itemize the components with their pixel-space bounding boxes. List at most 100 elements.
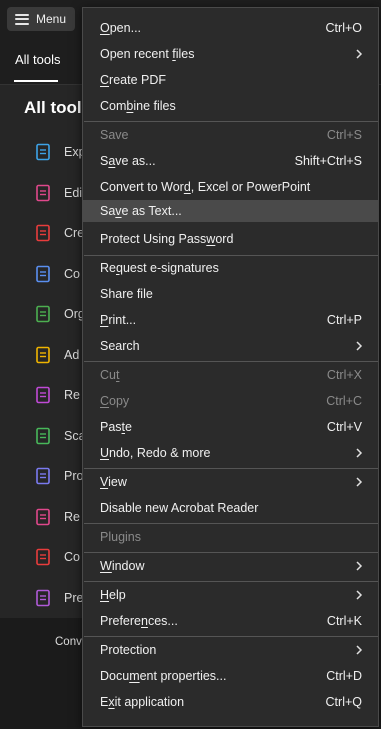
menu-item-label: Protect Using Password xyxy=(100,232,234,246)
menu-item-help[interactable]: Help xyxy=(83,584,378,606)
organize-pages-icon xyxy=(34,305,52,323)
chevron-right-icon xyxy=(354,47,364,61)
menu-item-label: Print... xyxy=(100,313,137,327)
menu-item-protect-password[interactable]: Protect Using Password xyxy=(83,228,378,250)
protect-pdf-icon xyxy=(34,467,52,485)
menu-item-protection[interactable]: Protection xyxy=(83,639,378,661)
menu-item-label: View xyxy=(100,475,127,489)
menu-item-shortcut: Ctrl+Q xyxy=(325,695,362,709)
menu-item-label: Cut xyxy=(100,368,120,382)
chevron-right-icon xyxy=(354,643,364,657)
tool-label: Pro xyxy=(64,469,84,483)
menu-item-window[interactable]: Window xyxy=(83,555,378,577)
menu-item-disable-new-reader[interactable]: Disable new Acrobat Reader xyxy=(83,497,378,519)
menu-item-label: Copy xyxy=(100,394,130,408)
menu-item-label: Plugins xyxy=(100,530,141,544)
menu-item-plugins: Plugins xyxy=(83,526,378,548)
chevron-right-icon xyxy=(354,339,364,353)
menu-item-shortcut: Shift+Ctrl+S xyxy=(294,154,362,168)
menu-item-combine-files[interactable]: Combine files xyxy=(83,95,378,117)
chevron-right-icon xyxy=(354,446,364,460)
menu-item-preferences[interactable]: Preferences... Ctrl+K xyxy=(83,610,378,632)
hamburger-icon xyxy=(15,13,29,25)
create-pdf-icon xyxy=(34,224,52,242)
menu-item-create-pdf[interactable]: Create PDF xyxy=(83,69,378,91)
menu-item-label: Preferences... xyxy=(100,614,178,628)
active-tab-indicator xyxy=(14,80,58,82)
combine-files-icon xyxy=(34,265,52,283)
menu-item-label: Save as... xyxy=(100,154,156,168)
menu-item-label: Save as Text... xyxy=(100,204,182,218)
menu-item-label: Convert to Word, Excel or PowerPoint xyxy=(100,180,311,194)
tool-label: Co xyxy=(64,550,80,564)
menu-item-label: Document properties... xyxy=(100,669,227,683)
menu-item-request-esignatures[interactable]: Request e-signatures xyxy=(83,257,378,279)
menu-item-shortcut: Ctrl+O xyxy=(325,21,362,35)
main-menu-dropdown: Open... Ctrl+O Open recent files Create PDF… xyxy=(82,7,379,727)
menu-item-search[interactable]: Search xyxy=(83,335,378,357)
panel-title: All tools xyxy=(24,98,92,117)
tool-label: Edi xyxy=(64,185,83,200)
menu-item-label: Paste xyxy=(100,420,132,434)
menu-item-label: Help xyxy=(100,588,126,602)
menu-item-label: Exit application xyxy=(100,695,185,709)
menu-separator xyxy=(84,121,378,122)
tool-label: Re xyxy=(64,509,80,524)
tool-label: Co xyxy=(64,266,80,281)
menu-item-label: Combine files xyxy=(100,99,176,113)
menu-item-open[interactable]: Open... Ctrl+O xyxy=(83,17,378,39)
menu-item-paste[interactable]: Paste Ctrl+V xyxy=(83,416,378,438)
chevron-right-icon xyxy=(354,475,364,489)
prepare-form-icon xyxy=(34,589,52,607)
menu-separator xyxy=(84,636,378,637)
menu-item-document-properties[interactable]: Document properties... Ctrl+D xyxy=(83,665,378,687)
tab-all-tools[interactable]: All tools xyxy=(15,52,61,67)
menu-item-undo-redo-more[interactable]: Undo, Redo & more xyxy=(83,442,378,464)
menu-item-label: Create PDF xyxy=(100,73,166,87)
menu-item-convert[interactable]: Convert to Word, Excel or PowerPoint xyxy=(83,176,378,198)
menu-item-cut: Cut Ctrl+X xyxy=(83,364,378,386)
menu-item-save: Save Ctrl+S xyxy=(83,124,378,146)
menu-item-label: Share file xyxy=(100,287,153,301)
menu-item-shortcut: Ctrl+X xyxy=(326,368,362,382)
menu-item-shortcut: Ctrl+K xyxy=(326,614,362,628)
menu-item-label: Undo, Redo & more xyxy=(100,446,211,460)
scan-ocr-icon xyxy=(34,427,52,445)
menu-item-share-file[interactable]: Share file xyxy=(83,283,378,305)
menu-item-shortcut: Ctrl+V xyxy=(326,420,362,434)
menu-separator xyxy=(84,255,378,256)
menu-item-label: Search xyxy=(100,339,140,353)
menu-item-shortcut: Ctrl+S xyxy=(326,128,362,142)
menu-item-view[interactable]: View xyxy=(83,471,378,493)
menu-item-label: Disable new Acrobat Reader xyxy=(100,501,259,515)
menu-separator xyxy=(84,523,378,524)
redact-icon xyxy=(34,508,52,526)
request-signatures-icon xyxy=(34,386,52,404)
tool-label: Pre xyxy=(64,590,84,605)
menu-item-label: Open... xyxy=(100,21,142,35)
menu-button[interactable]: Menu xyxy=(7,7,75,31)
add-comments-icon xyxy=(34,346,52,364)
menu-item-save-as[interactable]: Save as... Shift+Ctrl+S xyxy=(83,150,378,172)
tool-label: Ad xyxy=(64,347,80,362)
export-pdf-icon xyxy=(34,143,52,161)
menu-item-save-as-text[interactable]: Save as Text... xyxy=(83,200,378,222)
menu-item-shortcut: Ctrl+D xyxy=(326,669,362,683)
menu-item-label: Open recent files xyxy=(100,47,195,61)
menu-button-label: Menu xyxy=(36,12,67,26)
tool-label: Re xyxy=(64,388,80,402)
menu-item-shortcut: Ctrl+P xyxy=(326,313,362,327)
menu-item-shortcut: Ctrl+C xyxy=(326,394,362,408)
compress-pdf-icon xyxy=(34,548,52,566)
menu-item-label: Protection xyxy=(100,643,157,657)
menu-separator xyxy=(84,581,378,582)
menu-item-label: Request e-signatures xyxy=(100,261,219,275)
menu-item-print[interactable]: Print... Ctrl+P xyxy=(83,309,378,331)
menu-separator xyxy=(84,361,378,362)
menu-item-open-recent-files[interactable]: Open recent files xyxy=(83,43,378,65)
chevron-right-icon xyxy=(354,588,364,602)
chevron-right-icon xyxy=(354,559,364,573)
menu-item-label: Window xyxy=(100,559,145,573)
menu-separator xyxy=(84,552,378,553)
menu-item-exit-application[interactable]: Exit application Ctrl+Q xyxy=(83,691,378,713)
